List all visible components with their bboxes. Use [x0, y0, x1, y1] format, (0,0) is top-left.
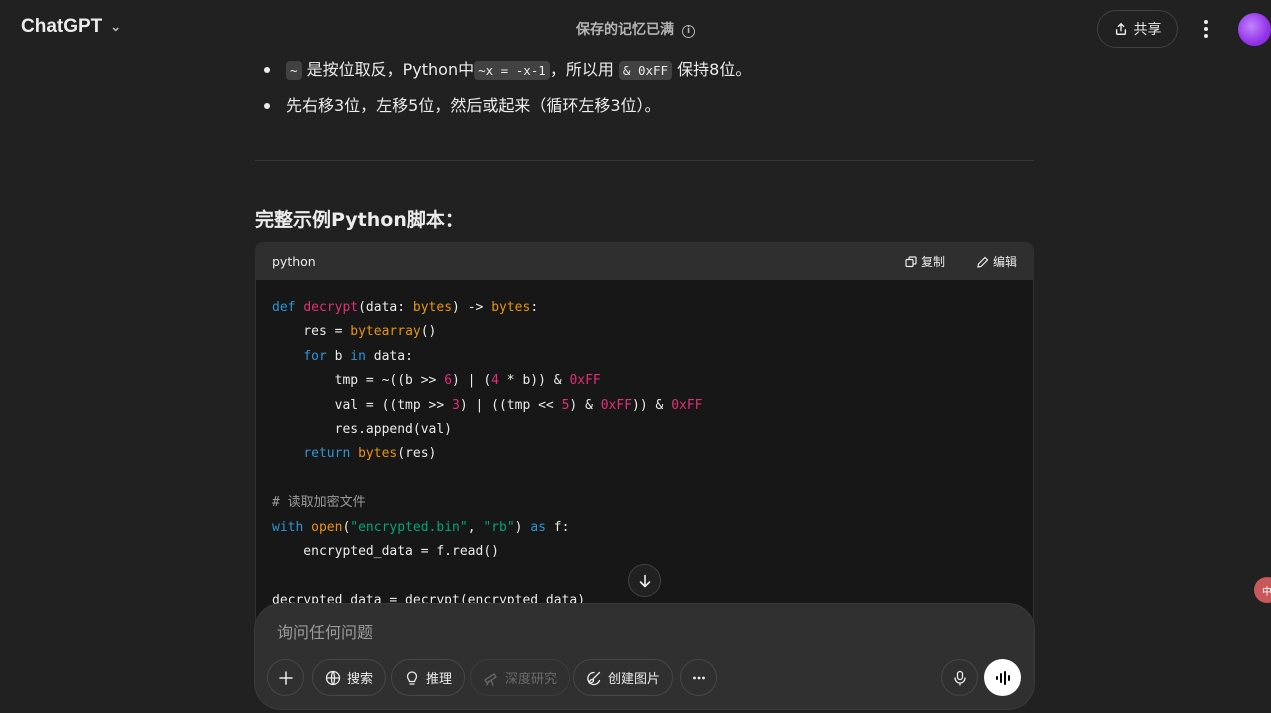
- code-language-label: python: [272, 254, 316, 269]
- memory-notice[interactable]: 保存的记忆已满 i: [0, 19, 1271, 39]
- share-button[interactable]: 共享: [1097, 10, 1178, 48]
- copy-icon: [905, 255, 917, 267]
- ellipsis-icon: [692, 676, 705, 679]
- search-label: 搜索: [347, 672, 374, 687]
- info-icon[interactable]: i: [682, 25, 695, 38]
- section-title: 完整示例Python脚本：: [255, 209, 464, 231]
- voice-mode-button[interactable]: [984, 659, 1021, 696]
- bullet-list: ~ 是按位取反，Python中 ~x = -x-1 ，所以用 & 0xFF 保持8位…: [255, 58, 1034, 130]
- edit-label: 编辑: [992, 255, 1017, 269]
- copy-label: 复制: [920, 255, 945, 269]
- arrow-down-icon: [639, 574, 650, 587]
- deep-research-button[interactable]: 深度研究: [470, 659, 571, 696]
- inline-code: ~x = -x-1: [474, 61, 550, 80]
- reason-label: 推理: [426, 672, 453, 687]
- memory-notice-text: 保存的记忆已满: [576, 22, 674, 38]
- composer: 搜索 推理 深度研究 创建图片: [255, 604, 1034, 709]
- divider: [255, 160, 1034, 161]
- attach-button[interactable]: [267, 659, 304, 696]
- inline-code: ~: [286, 61, 302, 80]
- deep-research-label: 深度研究: [505, 672, 558, 687]
- edit-button[interactable]: 编辑: [977, 253, 1017, 270]
- list-item: ~ 是按位取反，Python中 ~x = -x-1 ，所以用 & 0xFF 保持8位…: [255, 58, 1034, 94]
- search-button[interactable]: 搜索: [312, 659, 387, 696]
- text: 保持8位。: [672, 60, 752, 79]
- more-options-icon[interactable]: [1196, 16, 1216, 42]
- conversation-content: ~ 是按位取反，Python中 ~x = -x-1 ，所以用 & 0xFF 保持8位…: [255, 58, 1034, 672]
- lightbulb-icon: [406, 670, 418, 685]
- telescope-icon: [484, 672, 497, 686]
- text: 先右移3位，左移5位，然后或起来（循环左移3位）。: [286, 96, 661, 115]
- text: ，所以用: [549, 60, 619, 79]
- create-image-button[interactable]: 创建图片: [573, 659, 674, 696]
- waveform-icon: [995, 670, 1010, 685]
- list-item: 先右移3位，左移5位，然后或起来（循环左移3位）。: [255, 94, 1034, 130]
- pencil-icon: [977, 256, 989, 268]
- scroll-down-button[interactable]: [628, 564, 661, 597]
- code-block-header: python 复制 编辑: [256, 243, 1033, 280]
- share-icon: [1115, 23, 1126, 35]
- reason-button[interactable]: 推理: [391, 659, 466, 696]
- microphone-icon: [953, 670, 966, 686]
- share-label: 共享: [1133, 22, 1162, 38]
- more-tools-button[interactable]: [680, 659, 717, 696]
- paintbrush-icon: [587, 671, 601, 685]
- copy-button[interactable]: 复制: [905, 253, 945, 270]
- globe-icon: [325, 670, 341, 685]
- create-image-label: 创建图片: [608, 672, 661, 687]
- side-widget-badge[interactable]: 中: [1254, 577, 1271, 603]
- text: 是按位取反，Python中: [301, 60, 475, 79]
- avatar[interactable]: [1238, 13, 1271, 46]
- plus-icon: [278, 670, 293, 685]
- prompt-input[interactable]: [275, 618, 975, 646]
- inline-code: & 0xFF: [618, 61, 673, 80]
- top-bar: ChatGPT ⌄ 保存的记忆已满 i 共享: [0, 0, 1271, 58]
- microphone-button[interactable]: [941, 659, 978, 696]
